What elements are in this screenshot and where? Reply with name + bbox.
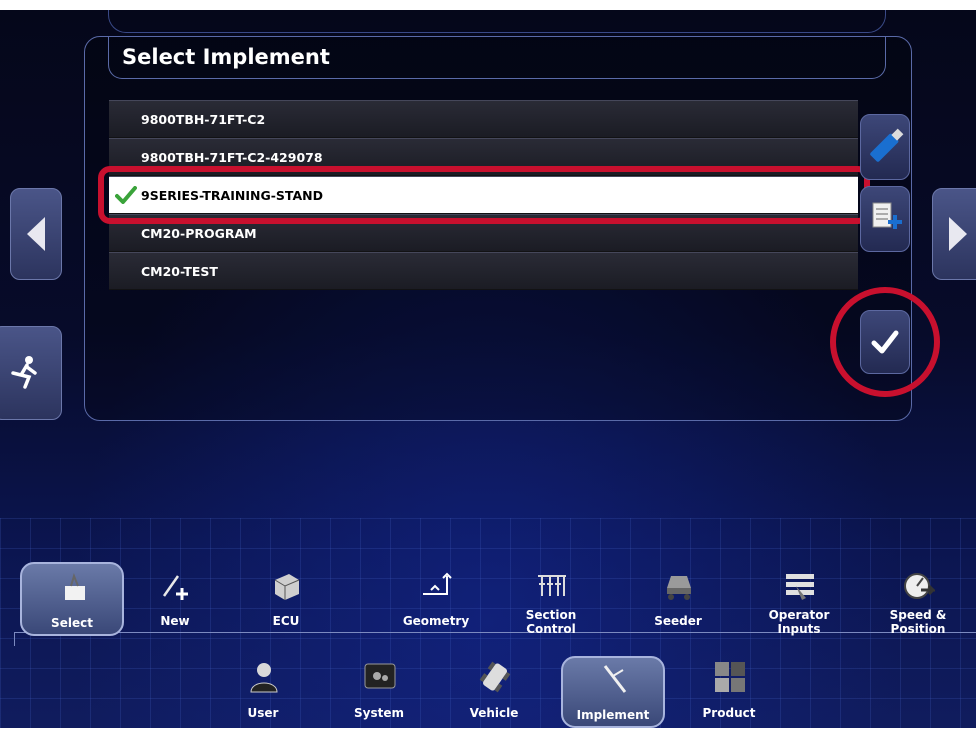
add-document-button[interactable] — [860, 186, 910, 252]
ecu-icon — [274, 574, 300, 600]
implement-row[interactable]: 9800TBH-71FT-C2 — [109, 100, 858, 137]
tab-ecu[interactable]: ECU — [234, 562, 338, 636]
select-icon — [65, 572, 85, 600]
add-document-icon — [872, 202, 902, 229]
vehicle-icon — [479, 661, 511, 693]
tab-select[interactable]: Select — [20, 562, 124, 636]
implement-name: 9800TBH-71FT-C2 — [141, 111, 266, 127]
tab-vehicle[interactable]: Vehicle — [442, 656, 546, 728]
screen: Select Implement 9800TBH-71FT-C2 9800TBH… — [0, 10, 976, 728]
operator-inputs-icon — [786, 574, 814, 600]
next-button[interactable] — [932, 188, 976, 280]
usb-import-button[interactable] — [860, 114, 910, 180]
previous-button[interactable] — [10, 188, 62, 280]
right-arrow-icon — [949, 217, 967, 251]
exit-run-icon — [11, 356, 37, 389]
left-arrow-icon — [27, 217, 45, 251]
tab-geometry[interactable]: Geometry — [384, 562, 488, 636]
seeder-icon — [667, 576, 691, 600]
tab-operator-inputs[interactable]: Operator Inputs — [747, 562, 851, 636]
top-frame — [108, 10, 886, 33]
tab-seeder[interactable]: Seeder — [626, 562, 730, 636]
sub-tab-bracket — [14, 632, 15, 646]
implement-name: CM20-PROGRAM — [141, 225, 257, 241]
tab-speed-position[interactable]: Speed & Position — [866, 562, 970, 636]
section-control-icon — [538, 575, 566, 596]
usb-icon — [870, 128, 904, 162]
tab-user[interactable]: User — [211, 656, 315, 728]
new-implement-icon — [162, 575, 188, 600]
selection-highlight-annotation — [98, 166, 870, 224]
tab-implement[interactable]: Implement — [561, 656, 665, 728]
implement-name: 9800TBH-71FT-C2-429078 — [141, 149, 323, 165]
tab-system[interactable]: System — [327, 656, 431, 728]
user-icon — [250, 663, 278, 693]
exit-button[interactable] — [0, 326, 62, 420]
tab-new[interactable]: New — [123, 562, 227, 636]
confirm-highlight-annotation — [830, 287, 940, 397]
panel-title: Select Implement — [122, 45, 330, 69]
geometry-icon — [423, 572, 452, 595]
implement-row[interactable]: CM20-TEST — [109, 252, 858, 289]
system-icon — [364, 663, 396, 689]
tab-section-control[interactable]: Section Control — [499, 562, 603, 636]
implement-name: CM20-TEST — [141, 263, 218, 279]
implement-icon — [603, 665, 627, 693]
speed-position-icon — [904, 573, 935, 599]
tab-product[interactable]: Product — [677, 656, 781, 728]
product-icon — [715, 662, 745, 692]
